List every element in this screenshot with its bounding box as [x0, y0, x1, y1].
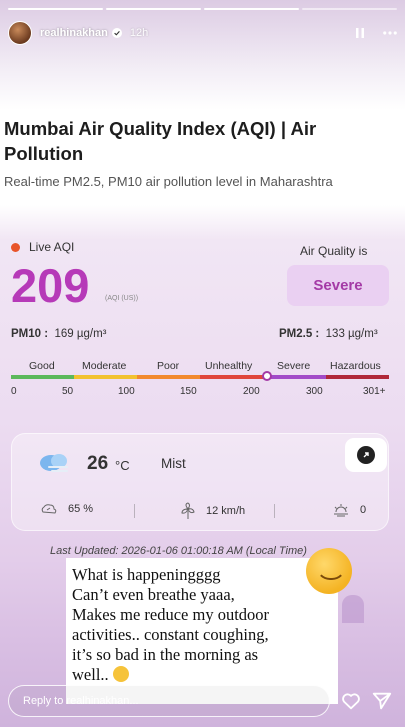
pause-icon[interactable] — [353, 26, 367, 40]
pm10-label: PM10 : — [11, 328, 49, 340]
username[interactable]: realhinakhan — [40, 27, 108, 39]
story-progress — [8, 8, 397, 10]
sticker-line: Can’t even breathe yaaa, — [72, 585, 235, 604]
story-header: realhinakhan 12h — [8, 20, 397, 46]
scale-breakpoint: 300 — [306, 386, 323, 397]
humidity-stat: 65 % — [40, 502, 93, 516]
aqi-value: 209 — [11, 259, 90, 312]
aqi-scale-marker — [262, 371, 273, 381]
scale-label-good: Good — [29, 360, 55, 372]
pm25-label: PM2.5 : — [279, 328, 320, 340]
air-quality-badge: Severe — [287, 265, 389, 306]
smiling-emoji-icon — [306, 548, 352, 594]
background-graphic — [342, 595, 364, 623]
scale-breakpoint: 301+ — [363, 386, 386, 397]
live-dot-icon — [11, 242, 20, 252]
scale-segment-hazardous — [326, 375, 389, 379]
page-subtitle: Real-time PM2.5, PM10 air pollution leve… — [4, 174, 333, 189]
post-time: 12h — [129, 27, 149, 39]
progress-segment — [302, 8, 397, 10]
scale-label-poor: Poor — [157, 360, 180, 372]
aqi-unit: (AQI (US)) — [105, 295, 139, 302]
scale-segment-poor — [137, 375, 200, 379]
aqi-scale-bar — [11, 375, 389, 379]
grimace-emoji-icon — [112, 666, 129, 682]
aqi-scale-labels: Good Moderate Poor Unhealthy Severe Haza… — [11, 360, 389, 372]
reply-input[interactable]: Reply to realhinakhan... — [8, 685, 330, 717]
temperature-unit: °C — [115, 458, 130, 473]
sticker-line: Makes me reduce my outdoor — [72, 605, 270, 624]
divider — [134, 504, 135, 518]
pm25-reading: PM2.5 : 133 µg/m³ — [279, 328, 378, 340]
scale-segment-good — [11, 375, 74, 379]
sticker-line: it’s so bad in the morning as — [72, 645, 259, 664]
sticker-line: What is happeningggg — [72, 565, 221, 584]
wind-value: 12 km/h — [206, 505, 246, 517]
scale-segment-severe — [263, 375, 326, 379]
weather-card: 26 °C Mist 65 % 12 km/h 0 — [11, 433, 389, 531]
uv-stat: 0 — [332, 502, 366, 518]
wind-fan-icon — [181, 502, 195, 519]
air-quality-label: Air Quality is — [300, 244, 368, 258]
divider — [274, 504, 275, 518]
live-aqi-text: Live AQI — [29, 240, 75, 254]
humidity-value: 65 % — [68, 503, 94, 515]
weather-condition: Mist — [161, 456, 186, 471]
scale-breakpoint: 50 — [62, 386, 74, 397]
aqi-scale-breakpoints: 0 50 100 150 200 300 301+ — [11, 386, 389, 398]
weather-expand-button[interactable] — [345, 438, 387, 472]
heart-icon[interactable] — [340, 690, 362, 712]
more-options-icon[interactable] — [383, 26, 397, 40]
scale-label-hazardous: Hazardous — [330, 360, 381, 372]
sun-horizon-icon — [334, 504, 348, 517]
verified-badge-icon — [111, 28, 122, 38]
mist-cloud-icon — [40, 454, 68, 472]
page-title: Mumbai Air Quality Index (AQI) | Air Pol… — [4, 118, 317, 164]
uv-value: 0 — [360, 504, 367, 516]
avatar[interactable] — [8, 21, 32, 45]
scale-breakpoint: 0 — [11, 386, 17, 397]
arrow-up-right-icon — [357, 446, 375, 464]
humidity-icon — [41, 504, 57, 514]
temperature-value: 26 — [87, 453, 109, 474]
wind-stat: 12 km/h — [180, 502, 245, 520]
scale-breakpoint: 150 — [180, 386, 197, 397]
pm25-value: 133 µg/m³ — [325, 328, 378, 340]
sticker-line-last: well.. — [72, 665, 332, 685]
story-text-sticker: What is happeningggg Can’t even breathe … — [66, 558, 338, 704]
progress-segment — [204, 8, 299, 10]
last-updated: Last Updated: 2026-01-06 01:00:18 AM (Lo… — [50, 545, 307, 557]
pm10-reading: PM10 : 169 µg/m³ — [11, 328, 106, 340]
progress-segment — [106, 8, 201, 10]
sticker-line: well.. — [72, 665, 109, 684]
scale-breakpoint: 100 — [118, 386, 135, 397]
scale-label-moderate: Moderate — [82, 360, 127, 372]
live-aqi-label: Live AQI — [11, 240, 74, 254]
scale-segment-unhealthy — [200, 375, 263, 379]
scale-label-severe: Severe — [277, 360, 311, 372]
pm10-value: 169 µg/m³ — [54, 328, 107, 340]
sticker-line: activities.. constant coughing, — [72, 625, 269, 644]
scale-segment-moderate — [74, 375, 137, 379]
progress-segment — [8, 8, 103, 10]
scale-breakpoint: 200 — [243, 386, 260, 397]
send-icon[interactable] — [371, 690, 393, 712]
scale-label-unhealthy: Unhealthy — [205, 360, 253, 372]
